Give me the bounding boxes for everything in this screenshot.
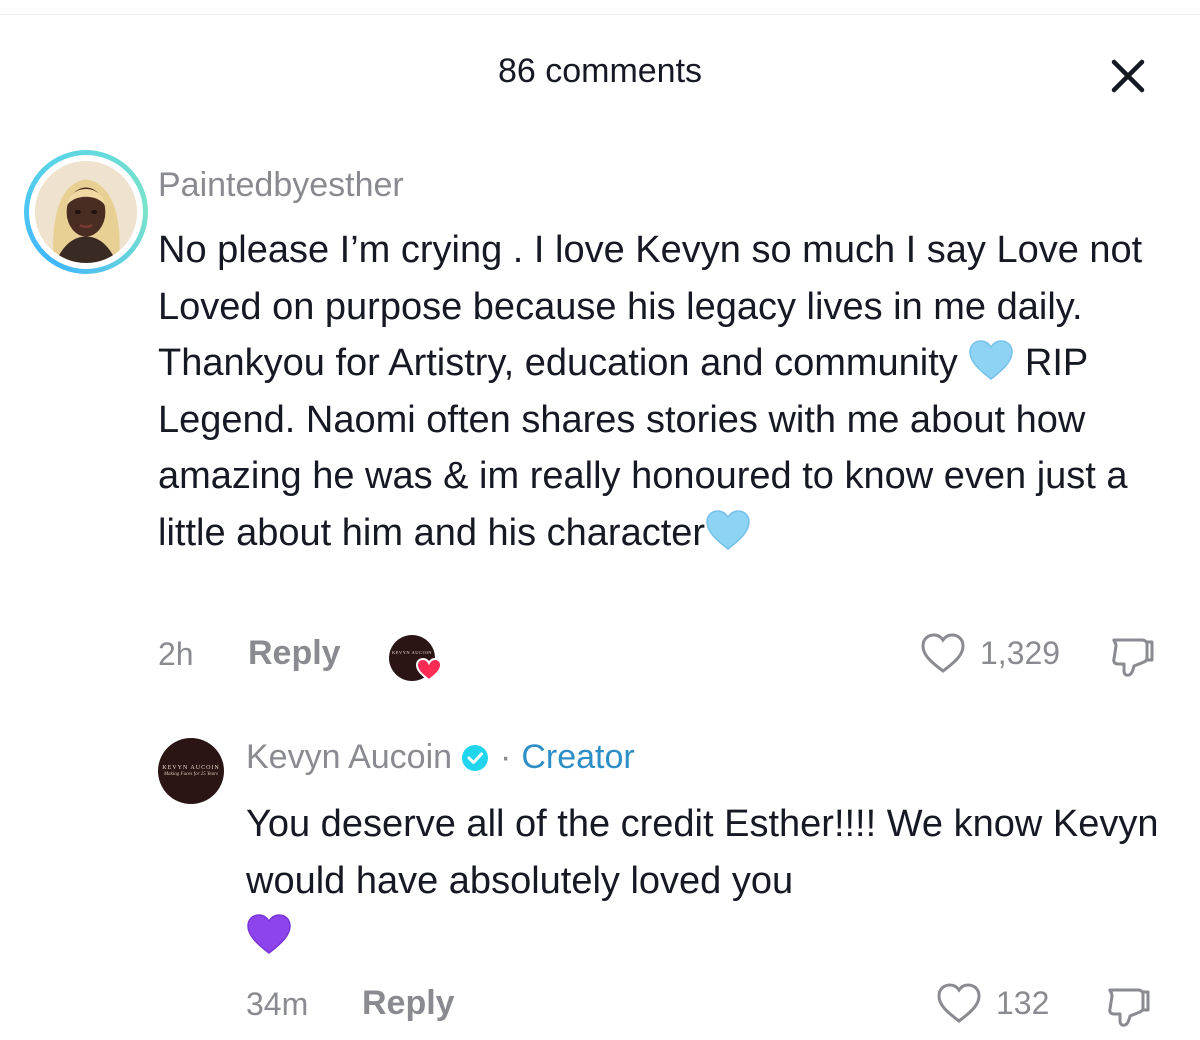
reply-reply-row: Reply [362, 984, 455, 1023]
light-blue-heart-icon [969, 340, 1014, 380]
thumbs-down-icon[interactable] [1108, 632, 1156, 680]
heart-outline-icon [937, 983, 981, 1023]
light-blue-heart-icon [706, 509, 750, 550]
comments-count-title: 86 comments [497, 52, 703, 90]
verified-badge-icon [462, 744, 489, 771]
like-count: 1,329 [980, 634, 1061, 671]
creator-avatar[interactable]: KEVYN AUCOIN Making Faces for 25 Years [158, 738, 224, 804]
heart-outline-icon [921, 633, 965, 673]
commenter-avatar[interactable] [24, 150, 148, 274]
reply-text: You deserve all of the credit Esther!!!!… [246, 803, 1159, 902]
creator-name-row: Kevyn Aucoin · Creator [246, 738, 635, 777]
name-separator: · [500, 738, 512, 776]
creator-badge: Creator [521, 738, 635, 776]
reply-button[interactable]: Reply [362, 984, 455, 1023]
avatar-ring-inner [29, 155, 143, 269]
reply-meta-row: 34m [246, 986, 308, 1023]
comment-text: No please I’m crying . I love Kevyn so m… [158, 222, 1158, 561]
creator-logo-text: KEVYN AUCOIN [392, 650, 432, 655]
liked-by-creator-badge: KEVYN AUCOIN [388, 634, 443, 682]
avatar-logo-tagline: Making Faces for 25 Years [164, 772, 218, 777]
reply-button[interactable]: Reply [248, 634, 341, 673]
reply-time: 34m [246, 986, 309, 1022]
top-divider [0, 14, 1200, 15]
avatar-photo [35, 161, 137, 263]
commenter-username[interactable]: Paintedbyesther [158, 166, 404, 205]
creator-username[interactable]: Kevyn Aucoin [246, 738, 452, 777]
thumbs-down-icon[interactable] [1104, 982, 1152, 1030]
portrait-illustration [35, 161, 137, 263]
like-button[interactable]: 1,329 [920, 632, 1060, 674]
creator-liked-icon: KEVYN AUCOIN [389, 635, 443, 682]
avatar-logo-text: KEVYN AUCOIN [162, 765, 220, 771]
reply-comment-text: You deserve all of the credit Esther!!!!… [246, 796, 1166, 966]
purple-heart-icon [247, 914, 291, 954]
reply-row: Reply [248, 634, 341, 673]
comment-time: 2h [158, 636, 194, 672]
comment-meta-row: 2h [158, 636, 194, 673]
reply-like-button[interactable]: 132 [936, 982, 1049, 1024]
close-icon[interactable] [1104, 52, 1152, 100]
reply-like-count: 132 [996, 984, 1050, 1021]
